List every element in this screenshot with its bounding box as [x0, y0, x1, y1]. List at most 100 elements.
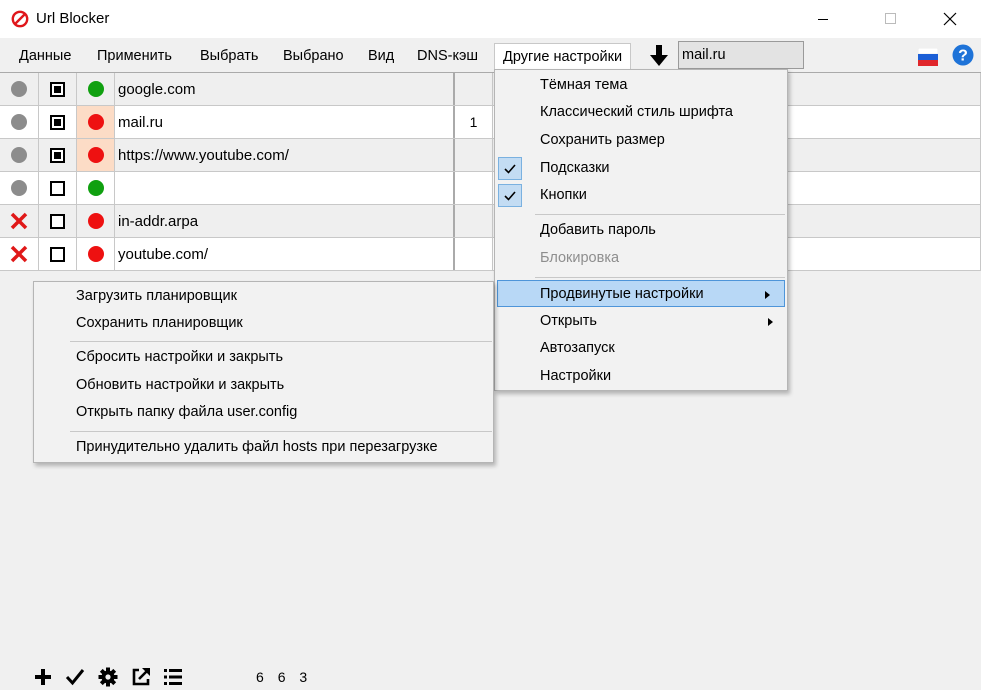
menu-item-settings[interactable]: Настройки — [495, 363, 787, 390]
url-cell[interactable] — [115, 172, 455, 204]
minimize-icon — [818, 19, 828, 20]
table-row[interactable]: youtube.com/ — [0, 238, 981, 271]
menu-item-classic-font[interactable]: Классический стиль шрифта — [495, 99, 787, 126]
title-bar: Url Blocker — [0, 0, 981, 38]
maximize-button[interactable] — [868, 0, 914, 38]
menu-view[interactable]: Вид — [360, 43, 402, 69]
menu-data[interactable]: Данные — [11, 43, 79, 69]
url-grid: google.com mail.ru 1 https://www.youtube… — [0, 72, 981, 271]
checkbox-checked[interactable] — [50, 147, 65, 163]
status-cell[interactable] — [0, 205, 39, 237]
status-dot-gray — [11, 81, 27, 97]
url-cell[interactable]: https://www.youtube.com/ — [115, 139, 455, 171]
state-cell — [77, 139, 115, 171]
checkbox-checked[interactable] — [50, 114, 65, 130]
russian-flag-icon[interactable] — [918, 48, 938, 66]
checkmark-icon — [498, 157, 522, 180]
gear-icon[interactable] — [97, 666, 119, 688]
menu-apply[interactable]: Применить — [89, 43, 180, 69]
count-selected: 6 — [277, 669, 287, 685]
menu-item-label: Подсказки — [540, 160, 610, 176]
external-link-icon[interactable] — [130, 666, 152, 688]
count-cell — [455, 73, 493, 105]
state-cell — [77, 238, 115, 270]
menu-separator — [70, 341, 492, 342]
checkbox-cell[interactable] — [39, 238, 77, 270]
status-cell[interactable] — [0, 238, 39, 270]
checkbox-unchecked[interactable] — [50, 213, 65, 229]
status-cell[interactable] — [0, 106, 39, 138]
menu-item-label: Продвинутые настройки — [540, 286, 704, 302]
table-row[interactable]: google.com — [0, 73, 981, 106]
menu-item-add-password[interactable]: Добавить пароль — [495, 217, 787, 244]
checkbox-cell[interactable] — [39, 106, 77, 138]
help-icon[interactable]: ? — [952, 44, 974, 66]
menu-item-open[interactable]: Открыть — [495, 308, 787, 335]
maximize-icon — [885, 13, 896, 24]
svg-text:?: ? — [958, 48, 968, 65]
state-cell — [77, 205, 115, 237]
list-icon[interactable] — [162, 666, 184, 688]
check-icon[interactable] — [64, 666, 86, 688]
count-cell: 1 — [455, 106, 493, 138]
state-dot-green — [87, 180, 104, 196]
menu-item-update-settings[interactable]: Обновить настройки и закрыть — [34, 372, 493, 399]
advanced-settings-submenu: Загрузить планировщик Сохранить планиров… — [33, 281, 494, 463]
menu-item-open-config-folder[interactable]: Открыть папку файла user.config — [34, 399, 493, 426]
search-input[interactable] — [678, 41, 804, 69]
menu-item-reset-settings[interactable]: Сбросить настройки и закрыть — [34, 344, 493, 371]
state-cell — [77, 73, 115, 105]
menu-item-load-scheduler[interactable]: Загрузить планировщик — [34, 283, 493, 310]
add-icon[interactable] — [32, 666, 54, 688]
menu-dns-cache[interactable]: DNS-кэш — [409, 43, 486, 69]
other-settings-dropdown: Тёмная тема Классический стиль шрифта Со… — [494, 69, 788, 391]
close-button[interactable] — [927, 0, 973, 38]
status-cell[interactable] — [0, 172, 39, 204]
url-cell[interactable]: youtube.com/ — [115, 238, 455, 270]
table-row[interactable]: in-addr.arpa — [0, 205, 981, 238]
table-row[interactable]: https://www.youtube.com/ — [0, 139, 981, 172]
count-cell — [455, 238, 493, 270]
prohibited-icon — [11, 10, 29, 28]
menu-select[interactable]: Выбрать — [192, 43, 266, 69]
menu-item-dark-theme[interactable]: Тёмная тема — [495, 72, 787, 99]
url-cell[interactable]: in-addr.arpa — [115, 205, 455, 237]
status-dot-gray — [11, 114, 27, 130]
menu-item-save-scheduler[interactable]: Сохранить планировщик — [34, 310, 493, 337]
table-row[interactable]: mail.ru 1 — [0, 106, 981, 139]
checkbox-cell[interactable] — [39, 172, 77, 204]
url-cell[interactable]: mail.ru — [115, 106, 455, 138]
x-mark-icon — [10, 245, 28, 263]
checkbox-cell[interactable] — [39, 205, 77, 237]
x-mark-icon — [10, 212, 28, 230]
state-dot-red — [87, 246, 104, 262]
status-cell[interactable] — [0, 73, 39, 105]
state-cell — [77, 106, 115, 138]
checkbox-unchecked[interactable] — [50, 180, 65, 196]
menu-item-save-size[interactable]: Сохранить размер — [495, 127, 787, 154]
submenu-arrow-icon — [768, 318, 773, 326]
status-dot-gray — [11, 180, 27, 196]
checkbox-cell[interactable] — [39, 73, 77, 105]
status-counts: 6 6 3 — [256, 669, 316, 685]
menu-selected[interactable]: Выбрано — [275, 43, 352, 69]
checkbox-unchecked[interactable] — [50, 246, 65, 262]
minimize-button[interactable] — [800, 0, 846, 38]
state-dot-red — [87, 114, 104, 130]
menu-item-force-delete-hosts[interactable]: Принудительно удалить файл hosts при пер… — [34, 434, 493, 461]
count-active: 3 — [299, 669, 309, 685]
download-icon[interactable] — [648, 44, 670, 68]
menu-item-label: Кнопки — [540, 187, 587, 203]
menu-item-buttons[interactable]: Кнопки — [495, 182, 787, 209]
menu-item-tooltips[interactable]: Подсказки — [495, 155, 787, 182]
menu-separator — [70, 431, 492, 432]
window-title: Url Blocker — [36, 10, 110, 27]
checkbox-checked[interactable] — [50, 81, 65, 97]
table-row[interactable] — [0, 172, 981, 205]
url-cell[interactable]: google.com — [115, 73, 455, 105]
status-cell[interactable] — [0, 139, 39, 171]
menu-item-advanced-settings[interactable]: Продвинутые настройки — [497, 280, 785, 307]
checkbox-cell[interactable] — [39, 139, 77, 171]
menu-item-autostart[interactable]: Автозапуск — [495, 335, 787, 362]
checkmark-icon — [498, 184, 522, 207]
